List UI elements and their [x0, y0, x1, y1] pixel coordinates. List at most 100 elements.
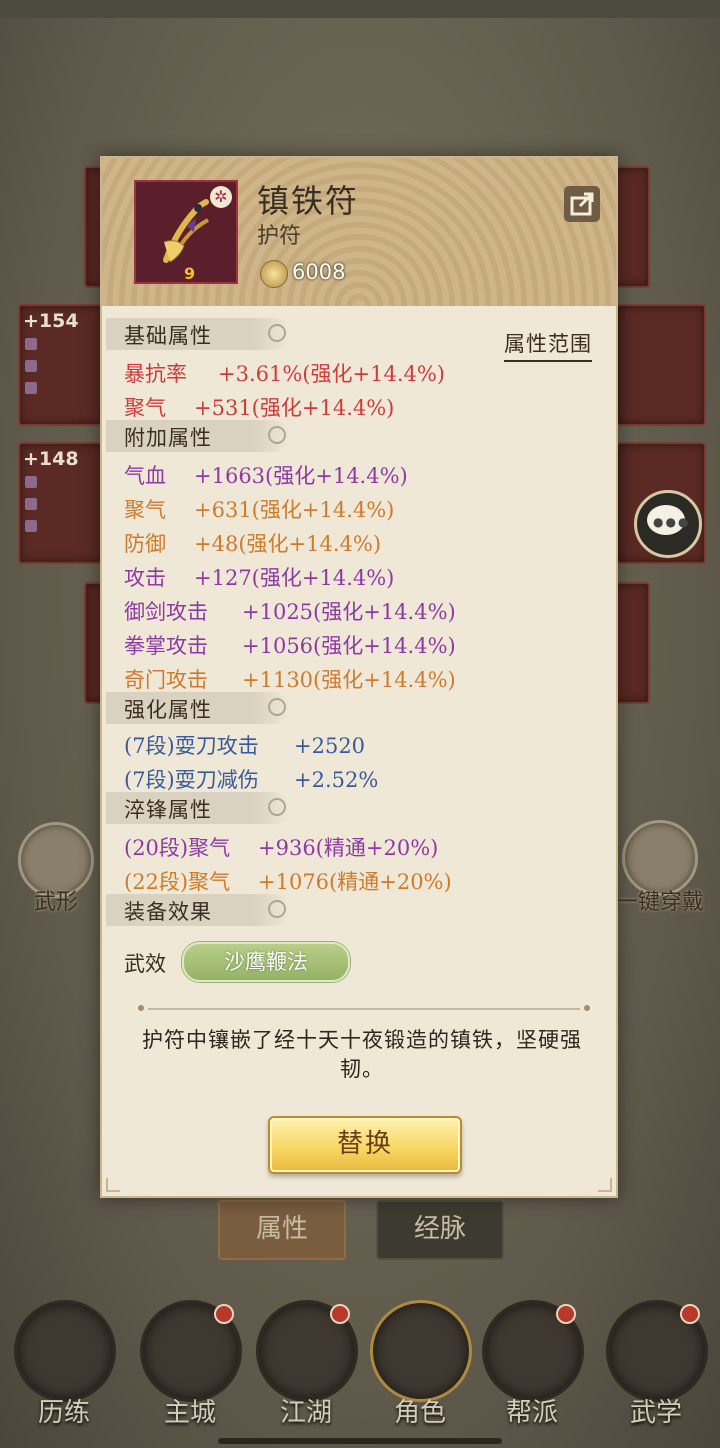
effect-skill-button[interactable]: 沙鹰鞭法: [182, 942, 350, 982]
enhance-attr-row: (7段)耍刀攻击 +2520: [124, 730, 365, 760]
attr-key: 防御: [124, 532, 166, 556]
attr-key: 拳掌攻击: [124, 634, 208, 658]
attr-key: (7段)耍刀减伤: [124, 768, 259, 792]
attr-key: 御剑攻击: [124, 600, 208, 624]
nav-zhucheng[interactable]: 主城: [140, 1300, 242, 1430]
power-icon: [260, 260, 288, 288]
attr-value: +1025(强化+14.4%): [242, 600, 456, 624]
item-detail-panel: ✲ 9 镇铁符 护符 6008 基础属性 属性范围 暴抗率 +3.61%(强化+1…: [100, 156, 618, 1198]
extra-attr-row: 攻击 +127(强化+14.4%): [124, 562, 394, 592]
notification-dot: [680, 1304, 700, 1324]
attr-key: 聚气: [124, 498, 166, 522]
swirl-icon: [268, 426, 286, 444]
item-score: 6008: [292, 260, 346, 284]
attr-value: +1056(强化+14.4%): [242, 634, 456, 658]
tab-meridians[interactable]: 经脉: [376, 1200, 504, 1260]
notification-dot: [330, 1304, 350, 1324]
attr-key: (7段)耍刀攻击: [124, 734, 259, 758]
nav-juese[interactable]: 角色: [370, 1300, 472, 1430]
nav-label: 帮派: [505, 1398, 558, 1428]
section-enhance: 强化属性: [106, 692, 290, 724]
attr-key: 暴抗率: [124, 362, 187, 386]
attr-value: +2520: [294, 734, 366, 758]
extra-attr-row: 气血 +1663(强化+14.4%): [124, 460, 408, 490]
attr-value: +2.52%: [294, 768, 379, 792]
attr-value: +48(强化+14.4%): [194, 532, 382, 556]
swirl-icon: [268, 698, 286, 716]
divider: [138, 1005, 590, 1011]
star-level: 9: [184, 264, 196, 283]
chat-button[interactable]: ●●●: [634, 490, 702, 558]
corner-ornament: [106, 1178, 120, 1192]
attr-value: +3.61%(强化+14.4%): [218, 362, 446, 386]
panel-header: ✲ 9 镇铁符 护符 6008: [102, 158, 616, 306]
chat-dots: ●●●: [653, 515, 691, 529]
enhance-attr-row: (7段)耍刀减伤 +2.52%: [124, 764, 378, 794]
nav-jianghu[interactable]: 江湖: [256, 1300, 358, 1430]
attr-key: 奇门攻击: [124, 668, 208, 692]
temper-attr-row: (20段)聚气 +936(精通+20%): [124, 832, 438, 862]
equip-slot[interactable]: +154: [18, 304, 108, 426]
slot-level: +154: [23, 310, 79, 332]
replace-button[interactable]: 替换: [268, 1116, 462, 1174]
notification-dot: [214, 1304, 234, 1324]
tab-attributes[interactable]: 属性: [218, 1200, 346, 1260]
section-title: 强化属性: [124, 698, 212, 722]
attr-value: +631(强化+14.4%): [194, 498, 395, 522]
attr-value: +127(强化+14.4%): [194, 566, 395, 590]
extra-attr-row: 防御 +48(强化+14.4%): [124, 528, 381, 558]
item-description: 护符中镶嵌了经十天十夜锻造的镇铁，坚硬强韧。: [142, 1028, 582, 1081]
nav-label: 武学: [629, 1398, 682, 1428]
equip-slot[interactable]: [616, 304, 706, 426]
attr-value: +1076(精通+20%): [258, 870, 452, 894]
section-title: 装备效果: [124, 900, 212, 924]
section-temper: 淬锋属性: [106, 792, 290, 824]
top-bar: [0, 0, 720, 18]
gem-icon: [25, 476, 37, 488]
swirl-icon: [268, 900, 286, 918]
section-extra: 附加属性: [106, 420, 290, 452]
extra-attr-row: 奇门攻击 +1130(强化+14.4%): [124, 664, 456, 694]
swirl-icon: [268, 324, 286, 342]
item-name: 镇铁符: [257, 182, 360, 220]
quality-badge: ✲: [210, 186, 232, 208]
swirl-icon: [268, 798, 286, 816]
extra-attr-row: 御剑攻击 +1025(强化+14.4%): [124, 596, 456, 626]
gem-icon: [25, 520, 37, 532]
notification-dot: [556, 1304, 576, 1324]
section-title: 附加属性: [124, 426, 212, 450]
section-title: 基础属性: [124, 324, 212, 348]
nav-bangpai[interactable]: 帮派: [482, 1300, 584, 1430]
one-click-equip-label: 一键穿戴: [616, 890, 705, 915]
attr-value: +936(精通+20%): [258, 836, 439, 860]
nav-label: 角色: [393, 1398, 446, 1428]
home-indicator[interactable]: [218, 1438, 502, 1444]
temper-attr-row: (22段)聚气 +1076(精通+20%): [124, 866, 452, 896]
attribute-range-link[interactable]: 属性范围: [504, 328, 592, 362]
gem-icon: [25, 338, 37, 350]
lilian-icon: [14, 1300, 116, 1402]
gem-icon: [25, 360, 37, 372]
character-icon: [370, 1300, 472, 1402]
attr-key: (22段)聚气: [124, 870, 231, 894]
effect-label: 武效: [124, 952, 166, 976]
section-title: 淬锋属性: [124, 798, 212, 822]
nav-wuxue[interactable]: 武学: [606, 1300, 708, 1430]
item-type: 护符: [257, 224, 302, 249]
gem-icon: [25, 382, 37, 394]
section-effect: 装备效果: [106, 894, 290, 926]
attr-key: (20段)聚气: [124, 836, 231, 860]
nav-lilian[interactable]: 历练: [14, 1300, 116, 1430]
extra-attr-row: 拳掌攻击 +1056(强化+14.4%): [124, 630, 456, 660]
attr-key: 气血: [124, 464, 166, 488]
equip-slot[interactable]: +148: [18, 442, 108, 564]
attr-value: +531(强化+14.4%): [194, 396, 395, 420]
amulet-icon: ✲ 9: [134, 180, 238, 284]
nav-label: 江湖: [279, 1398, 332, 1428]
share-icon: [570, 192, 594, 216]
nav-label: 主城: [163, 1398, 216, 1428]
attr-value: +1663(强化+14.4%): [194, 464, 408, 488]
base-attr-row: 聚气 +531(强化+14.4%): [124, 392, 394, 422]
share-button[interactable]: [564, 186, 600, 222]
attr-value: +1130(强化+14.4%): [242, 668, 456, 692]
